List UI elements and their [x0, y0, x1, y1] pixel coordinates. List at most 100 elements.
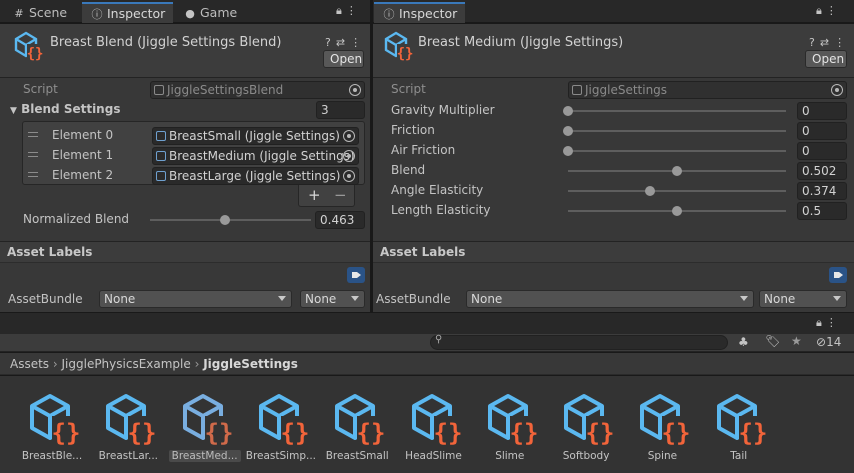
- property-slider[interactable]: [568, 130, 786, 132]
- breadcrumb-item[interactable]: Assets: [10, 357, 49, 371]
- remove-element-button[interactable]: −: [334, 186, 347, 204]
- property-value-field[interactable]: 0.502: [797, 162, 847, 180]
- asset-item[interactable]: {} Spine: [626, 388, 698, 462]
- property-slider-thumb[interactable]: [644, 186, 655, 196]
- asset-item[interactable]: {} Tail: [703, 388, 775, 462]
- tab-inspector-right[interactable]: ⓘ Inspector: [374, 2, 466, 23]
- property-value-field[interactable]: 0.374: [797, 182, 847, 200]
- open-button[interactable]: Open: [805, 50, 847, 68]
- eye-slash-icon: ⊘: [816, 335, 827, 349]
- kebab-menu-icon[interactable]: ⋮: [826, 316, 841, 329]
- drag-handle-icon[interactable]: [28, 132, 38, 137]
- property-slider-thumb[interactable]: [672, 206, 682, 216]
- open-button[interactable]: Open: [323, 50, 364, 68]
- tab-menu-icons[interactable]: 🔒︎⋮: [336, 4, 361, 18]
- breadcrumb-item[interactable]: JigglePhysicsExample: [62, 357, 191, 371]
- drag-handle-icon[interactable]: [28, 152, 38, 157]
- filter-by-label-icon[interactable]: 🏷︎: [765, 334, 780, 348]
- drag-handle-icon[interactable]: [28, 172, 38, 177]
- kebab-menu-icon[interactable]: ⋮: [826, 4, 841, 17]
- scriptable-object-icon: [156, 131, 166, 141]
- help-icon[interactable]: ?: [325, 36, 336, 49]
- hidden-packages-toggle[interactable]: ⊘14: [816, 335, 841, 349]
- label-tag-icon[interactable]: [829, 267, 847, 283]
- asset-labels-header[interactable]: Asset Labels: [0, 241, 370, 263]
- asset-labels-header[interactable]: Asset Labels: [373, 241, 854, 263]
- chevron-right-icon: ›: [190, 357, 204, 371]
- property-slider[interactable]: [568, 110, 786, 112]
- element-object-field[interactable]: BreastMedium (Jiggle Settings): [152, 147, 359, 165]
- project-tab-bar: 🔒︎⋮: [0, 313, 854, 335]
- tab-menu-icons[interactable]: 🔒︎⋮: [816, 316, 841, 330]
- property-slider-thumb[interactable]: [563, 126, 573, 136]
- property-slider[interactable]: [568, 190, 786, 192]
- property-value-field[interactable]: 0: [797, 142, 847, 160]
- property-slider-thumb[interactable]: [672, 166, 683, 176]
- object-picker-icon[interactable]: [343, 130, 355, 142]
- lock-icon[interactable]: 🔒︎: [816, 316, 826, 329]
- element-object-field[interactable]: BreastSmall (Jiggle Settings): [152, 127, 359, 145]
- chevron-down-icon: [740, 296, 748, 301]
- preset-icon[interactable]: ⇄: [336, 36, 350, 49]
- asset-item[interactable]: {} BreastSmall: [321, 388, 393, 462]
- filter-by-type-icon[interactable]: ♣: [738, 335, 749, 349]
- asset-item[interactable]: {} BreastSimp...: [245, 388, 317, 462]
- tab-scene[interactable]: # Scene: [4, 2, 75, 23]
- svg-text:{}: {}: [662, 419, 691, 447]
- lock-icon[interactable]: 🔒︎: [336, 4, 346, 17]
- favorite-star-icon[interactable]: ★: [791, 334, 802, 348]
- script-asset-icon: {}: [30, 394, 80, 447]
- normalized-blend-slider[interactable]: [150, 219, 311, 221]
- script-label: Script: [391, 82, 426, 96]
- property-slider-thumb[interactable]: [563, 146, 573, 156]
- add-element-button[interactable]: +: [308, 186, 321, 204]
- asset-label: BreastSmall: [325, 450, 389, 462]
- object-picker-icon[interactable]: [343, 150, 355, 162]
- breadcrumb-item[interactable]: JiggleSettings: [203, 357, 298, 371]
- blend-settings-foldout[interactable]: ▼ Blend Settings: [10, 102, 120, 116]
- tab-menu-icons-right[interactable]: 🔒︎⋮: [816, 4, 841, 18]
- asset-label: BreastBle...: [21, 450, 83, 462]
- asset-label: BreastSimp...: [245, 450, 317, 462]
- tab-game[interactable]: ● Game: [175, 2, 245, 23]
- asset-item[interactable]: {} Softbody: [550, 388, 622, 462]
- svg-text:{}: {}: [433, 419, 462, 447]
- normalized-blend-field[interactable]: 0.463: [315, 211, 365, 229]
- script-asset-icon: {}: [716, 394, 767, 447]
- asset-bundle-dropdown[interactable]: None: [99, 290, 292, 308]
- property-slider[interactable]: [568, 150, 786, 152]
- property-slider-thumb[interactable]: [563, 106, 573, 116]
- property-value-field[interactable]: 0: [797, 102, 847, 120]
- element-object-field[interactable]: BreastLarge (Jiggle Settings): [152, 167, 359, 185]
- chevron-down-icon: [351, 296, 359, 301]
- asset-variant-dropdown[interactable]: None: [300, 290, 365, 308]
- normalized-blend-slider-thumb[interactable]: [219, 215, 230, 225]
- asset-bundle-dropdown[interactable]: None: [466, 290, 754, 308]
- svg-text:{}: {}: [586, 419, 615, 447]
- asset-item[interactable]: {} BreastLar...: [92, 388, 164, 462]
- kebab-menu-icon[interactable]: ⋮: [350, 36, 366, 49]
- property-value-field[interactable]: 0.5: [797, 202, 847, 220]
- lock-icon[interactable]: 🔒︎: [816, 4, 826, 17]
- asset-item[interactable]: {} BreastBle...: [16, 388, 88, 462]
- script-file-icon: [154, 85, 164, 95]
- blend-settings-size-field[interactable]: 3: [316, 101, 365, 119]
- kebab-menu-icon[interactable]: ⋮: [834, 36, 850, 49]
- svg-text:{}: {}: [738, 419, 767, 447]
- search-input[interactable]: ⚲: [430, 334, 728, 350]
- asset-item[interactable]: {} Slime: [474, 388, 546, 462]
- asset-bundle-label: AssetBundle: [8, 292, 83, 306]
- tab-inspector[interactable]: ⓘ Inspector: [82, 2, 174, 23]
- left-inspector-panel: {} Breast Blend (Jiggle Settings Blend) …: [0, 24, 370, 312]
- chevron-down-icon: [278, 296, 286, 301]
- property-value-field[interactable]: 0: [797, 122, 847, 140]
- help-icon[interactable]: ?: [809, 36, 820, 49]
- asset-item[interactable]: {} BreastMed...: [168, 388, 241, 462]
- object-picker-icon[interactable]: [343, 170, 355, 182]
- preset-icon[interactable]: ⇄: [820, 36, 834, 49]
- property-label: Length Elasticity: [391, 203, 491, 217]
- asset-variant-dropdown[interactable]: None: [759, 290, 847, 308]
- label-tag-icon[interactable]: [347, 267, 365, 283]
- asset-item[interactable]: {} HeadSlime: [398, 388, 470, 462]
- kebab-menu-icon[interactable]: ⋮: [346, 4, 361, 17]
